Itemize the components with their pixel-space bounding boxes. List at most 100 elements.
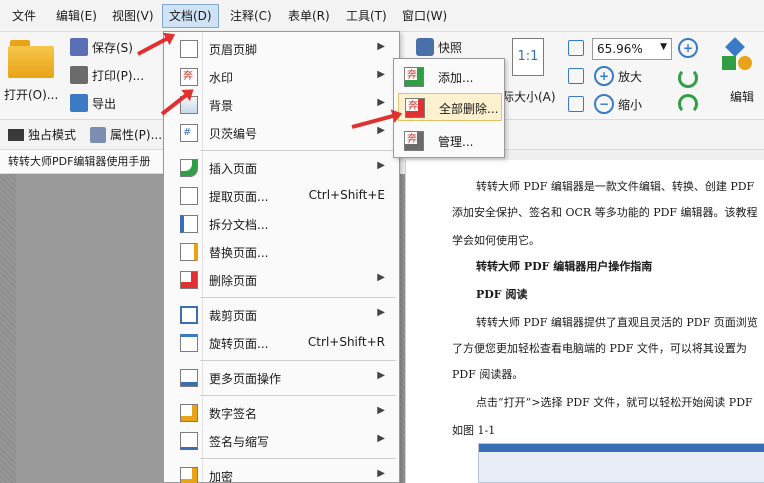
menu-comment[interactable]: 注释(C) [224,4,278,28]
print-icon [70,66,88,84]
zoom-select[interactable]: 65.96% ▼ [592,38,672,60]
snapshot-label: 快照 [438,40,463,55]
lock-icon [180,467,198,483]
chevron-right-icon: ▶ [377,160,385,171]
chevron-right-icon: ▶ [377,405,385,416]
menu-file[interactable]: 文件 [6,4,42,28]
export-button[interactable]: 导出 [70,94,116,112]
properties-button[interactable]: 属性(P)... [90,126,162,143]
fit-page-icon[interactable] [568,40,584,56]
edit-button[interactable]: 编辑 [730,88,754,105]
properties-label: 属性(P)... [110,128,163,142]
doc-line: 了方便您更加轻松查看电脑端的 PDF 文件，可以将其设置为 [452,342,747,355]
menu-document[interactable]: 文档(D) [162,4,219,28]
open-button[interactable]: 打开(O)... [4,86,58,103]
menu-item-watermark[interactable]: 奔 水印 ▶ [164,64,399,90]
menu-item-background[interactable]: 背景 ▶ [164,92,399,118]
properties-icon [90,126,106,143]
menu-window[interactable]: 窗口(W) [396,4,453,28]
rotate-page-icon [180,334,198,352]
doc-heading: 转转大师 PDF 编辑器用户操作指南 [476,260,653,273]
menu-form[interactable]: 表单(R) [282,4,336,28]
export-icon [70,94,88,112]
menu-item-crop-page[interactable]: 裁剪页面 ▶ [164,302,399,328]
doc-line: 学会如何使用它。 [452,234,540,247]
sign-initials-icon [180,432,198,450]
exclusive-mode-button[interactable]: 独占模式 [8,126,76,143]
document-tab-title: 转转大师PDF编辑器使用手册 [8,155,151,168]
menu-tools[interactable]: 工具(T) [340,4,393,28]
header-footer-icon [180,40,198,58]
chevron-right-icon: ▶ [377,272,385,283]
chevron-right-icon: ▶ [377,468,385,479]
zoom-in-label: 放大 [618,69,643,84]
document-page: 转转大师 PDF 编辑器是一款文件编辑、转换、创建 PDF 添加安全保护、签名和… [405,160,764,483]
save-icon [70,38,88,56]
menu-item-encrypt[interactable]: 加密 ▶ [164,463,399,483]
zoom-out-icon: − [594,94,614,114]
embedded-screenshot [478,443,764,483]
menu-item-sign-initials[interactable]: 签名与缩写 ▶ [164,428,399,454]
menu-item-split-document[interactable]: 拆分文档... [164,211,399,237]
zoom-in-button[interactable]: + 放大 [594,66,642,86]
zoom-value: 65.96% [597,42,643,56]
actual-size-icon[interactable]: 1:1 [512,38,544,76]
watermark-delete-all-item[interactable]: 奔 全部删除... [398,93,502,121]
menu-item-header-footer[interactable]: 页眉页脚 ▶ [164,36,399,62]
menu-view[interactable]: 视图(V) [106,4,160,28]
menu-item-insert-page[interactable]: 插入页面 ▶ [164,155,399,181]
menu-item-extract-page[interactable]: 提取页面... Ctrl+Shift+E [164,183,399,209]
more-pages-icon [180,369,198,387]
insert-page-icon [180,159,198,177]
open-label: 打开(O)... [4,88,59,102]
menu-item-replace-page[interactable]: 替换页面... [164,239,399,265]
edit-icon[interactable] [722,37,758,76]
chevron-right-icon: ▶ [377,125,385,136]
camera-icon [416,38,434,56]
extract-page-icon [180,187,198,205]
zoom-search-icon[interactable]: + [678,38,698,58]
print-label: 打印(P)... [92,68,145,83]
add-watermark-icon: 奔 [404,67,424,87]
delete-watermark-icon: 奔 [405,98,425,118]
exclusive-mode-label: 独占模式 [28,128,77,142]
menu-edit[interactable]: 编辑(E) [50,4,103,28]
edit-label: 编辑 [730,90,755,104]
menu-item-rotate-page[interactable]: 旋转页面... Ctrl+Shift+R [164,330,399,356]
menu-item-digital-signature[interactable]: 数字签名 ▶ [164,400,399,426]
document-tab[interactable]: 转转大师PDF编辑器使用手册 [0,150,170,174]
page-preview [16,174,166,483]
menu-item-delete-page[interactable]: 删除页面 ▶ [164,267,399,293]
snapshot-button[interactable]: 快照 [416,38,462,56]
chevron-right-icon: ▶ [377,370,385,381]
digital-signature-icon [180,404,198,422]
bates-number-icon: # [180,124,198,142]
zoom-out-button[interactable]: − 缩小 [594,94,642,114]
zoom-in-icon: + [594,66,614,86]
print-button[interactable]: 打印(P)... [70,66,144,84]
rotate-left-icon[interactable] [678,68,698,88]
chevron-right-icon: ▶ [377,41,385,52]
doc-line: 点击“打开”>选择 PDF 文件，就可以轻松开始阅读 PDF [476,396,753,409]
rotate-right-icon[interactable] [678,94,698,114]
actual-size-button[interactable]: 际大小(A) [502,88,556,105]
export-label: 导出 [92,96,117,111]
zoom-out-label: 缩小 [618,97,643,112]
split-document-icon [180,215,198,233]
fit-visible-icon[interactable] [568,96,584,112]
open-folder-icon[interactable] [8,40,54,80]
save-label: 保存(S) [92,40,133,55]
chevron-right-icon: ▶ [377,97,385,108]
delete-page-icon [180,271,198,289]
doc-line: 添加安全保护、签名和 OCR 等多功能的 PDF 编辑器。该教程 [452,206,758,219]
doc-line: 如图 1-1 [452,424,496,437]
save-button[interactable]: 保存(S) [70,38,133,56]
crown-icon [8,128,24,141]
fit-width-icon[interactable] [568,68,584,84]
menu-bar: 文件 编辑(E) 视图(V) 文档(D) 注释(C) 表单(R) 工具(T) 窗… [0,0,764,32]
watermark-manage-item[interactable]: 奔 管理... [398,127,502,155]
watermark-add-item[interactable]: 奔 添加... [398,63,502,91]
menu-item-more-page-actions[interactable]: 更多页面操作 ▶ [164,365,399,391]
replace-page-icon [180,243,198,261]
watermark-submenu: 奔 添加... 奔 全部删除... 奔 管理... [393,58,505,158]
